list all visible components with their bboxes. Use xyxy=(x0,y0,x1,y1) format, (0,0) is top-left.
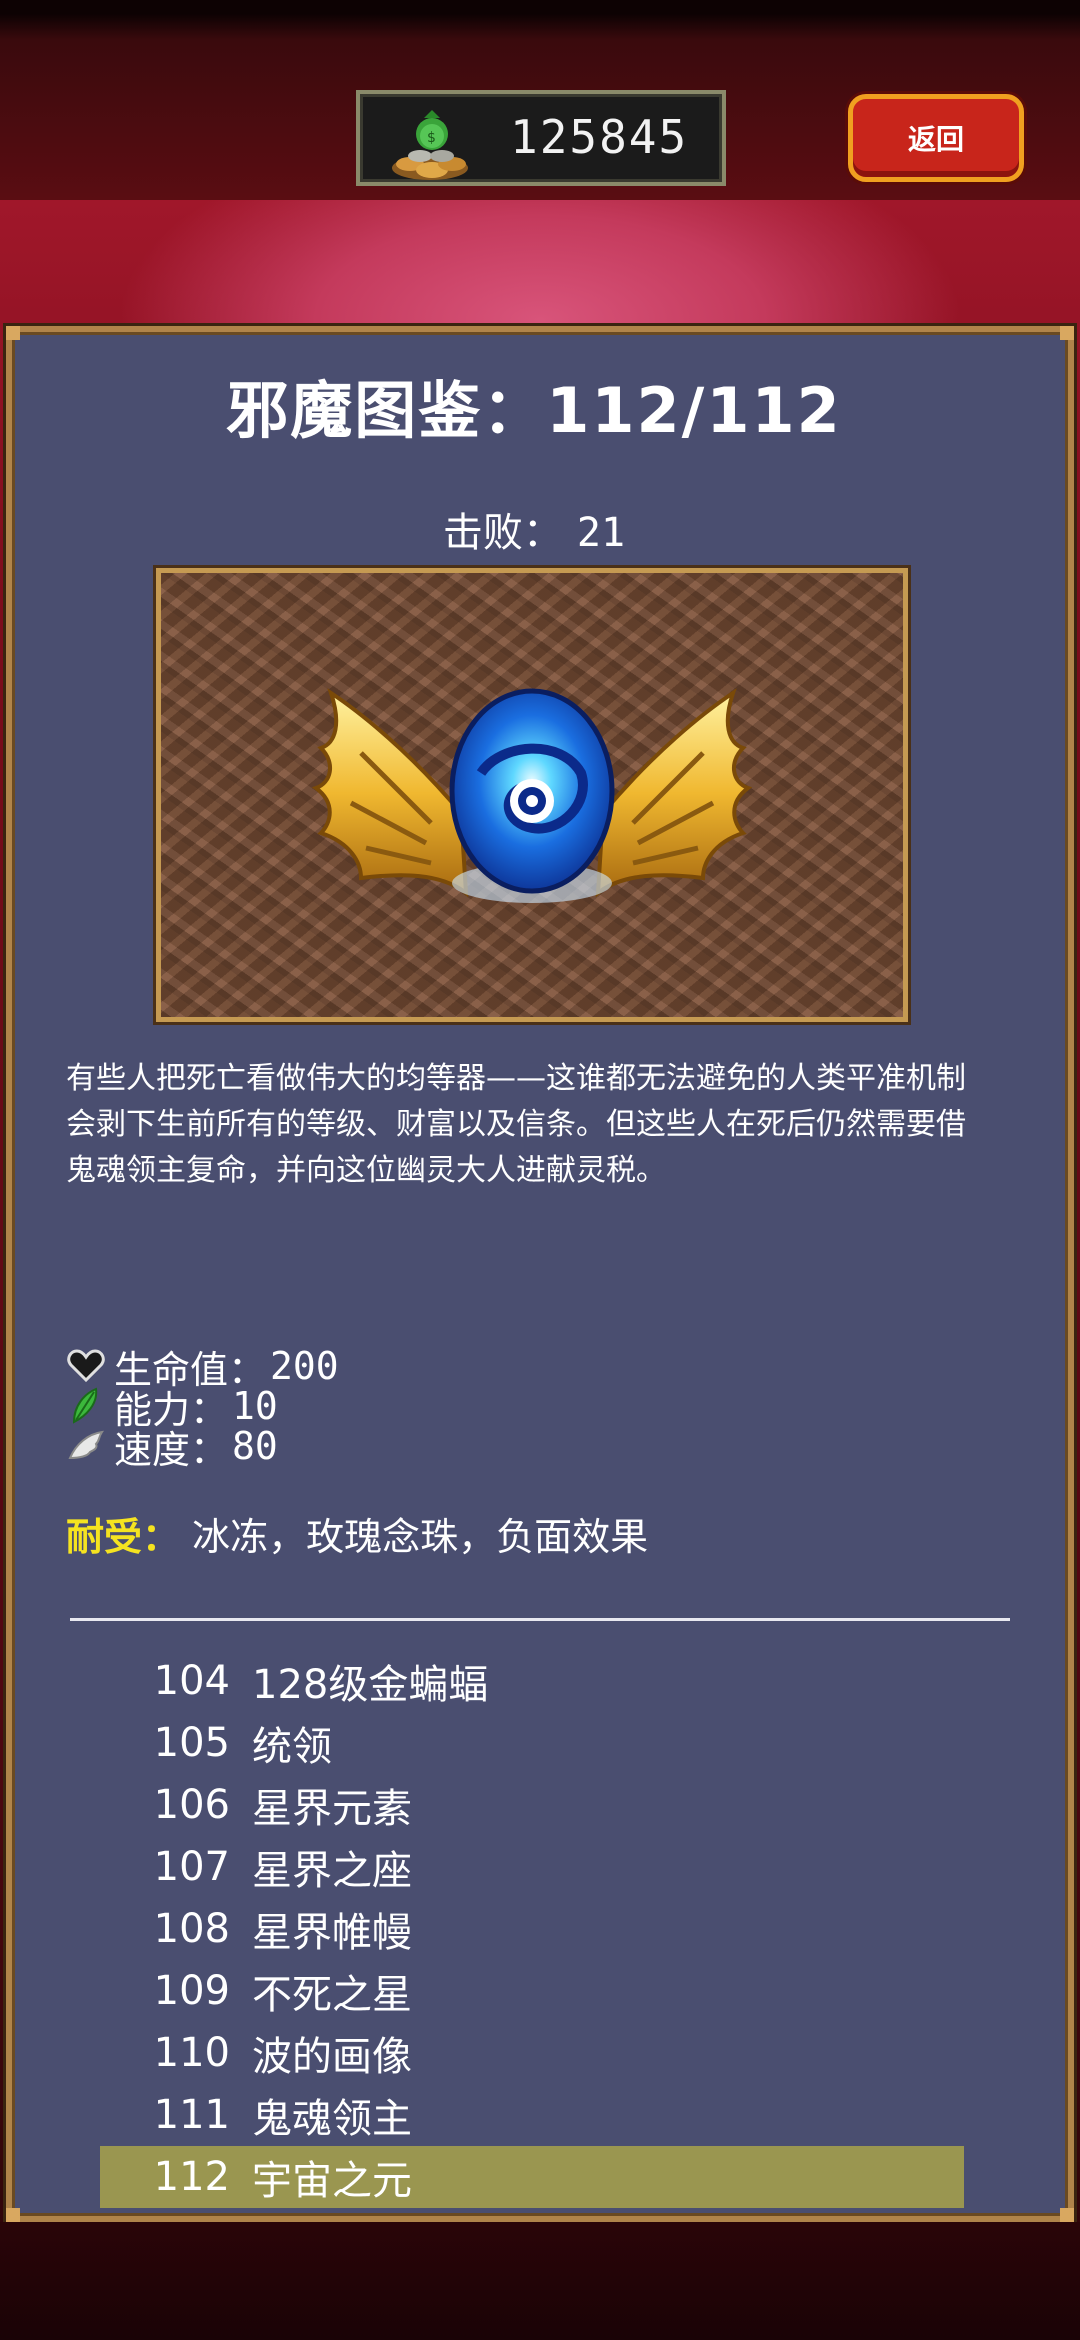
list-item-index: 104 xyxy=(153,1658,230,1704)
list-item-index: 109 xyxy=(153,1968,230,2014)
list-item[interactable]: 107 星界之座 xyxy=(100,1836,964,1898)
list-item-name: 鬼魂领主 xyxy=(252,2096,412,2142)
stat-value: 200 xyxy=(270,1344,339,1388)
list-item-index: 105 xyxy=(153,1720,230,1766)
list-item-name: 统领 xyxy=(252,1724,332,1770)
list-item-name: 宇宙之元 xyxy=(252,2158,412,2204)
list-item-index: 112 xyxy=(153,2154,230,2200)
list-item-index: 111 xyxy=(153,2092,230,2138)
codex-title: 邪魔图鉴：112/112 xyxy=(226,374,842,447)
panel-corner xyxy=(1060,326,1074,340)
panel-corner xyxy=(6,2208,20,2222)
list-item-name: 波的画像 xyxy=(252,2034,412,2080)
list-item-name: 星界元素 xyxy=(252,1786,412,1832)
defeated-label: 击败： xyxy=(442,510,563,556)
stat-value: 80 xyxy=(232,1424,278,1468)
list-item-name: 不死之星 xyxy=(252,1972,412,2018)
list-item-index: 108 xyxy=(153,1906,230,1952)
list-item-index: 106 xyxy=(153,1782,230,1828)
svg-text:$: $ xyxy=(427,130,436,146)
panel-corner xyxy=(6,326,20,340)
heart-icon xyxy=(67,1349,105,1383)
winged-orb-monster-icon xyxy=(311,688,753,903)
list-item-index: 107 xyxy=(153,1844,230,1890)
list-item-selected[interactable]: 112 宇宙之元 xyxy=(100,2146,964,2208)
defeated-count: 击败： 21 xyxy=(0,500,1068,558)
list-item-name: 星界帷幔 xyxy=(252,1910,412,1956)
resistances: 耐受： 冰冻，玫瑰念珠，负面效果 xyxy=(66,1506,648,1561)
list-item-name: 128级金蝙蝠 xyxy=(252,1662,489,1708)
list-item[interactable]: 108 星界帷幔 xyxy=(100,1898,964,1960)
divider xyxy=(70,1618,1010,1621)
monster-portrait xyxy=(156,568,908,1022)
description-line: 有些人把死亡看做伟大的均等器——这谁都无法避免的人类平准机制 xyxy=(66,1061,966,1096)
bottom-background xyxy=(0,2222,1080,2340)
defeated-value: 21 xyxy=(576,510,626,556)
currency-value: 125845 xyxy=(510,110,689,164)
monster-description: 有些人把死亡看做伟大的均等器——这谁都无法避免的人类平准机制 会剥下生前所有的等… xyxy=(66,1056,1012,1196)
list-item[interactable]: 106 星界元素 xyxy=(100,1774,964,1836)
monster-stats: 生命值： 200 能力： 10 速度： 80 xyxy=(66,1344,339,1472)
currency-display: $ 125845 xyxy=(356,90,726,186)
list-item-index: 110 xyxy=(153,2030,230,2076)
money-bag-coins-icon: $ xyxy=(392,110,468,180)
list-item[interactable]: 111 鬼魂领主 xyxy=(100,2084,964,2146)
stat-value: 10 xyxy=(232,1384,278,1428)
stat-label: 速度： xyxy=(114,1427,229,1472)
resist-value: 冰冻，玫瑰念珠，负面效果 xyxy=(192,1515,649,1559)
back-button[interactable]: 返回 xyxy=(848,94,1024,182)
list-item[interactable]: 104 128级金蝙蝠 xyxy=(100,1650,964,1712)
resist-label: 耐受： xyxy=(66,1515,181,1559)
stat-speed: 速度： 80 xyxy=(66,1424,339,1472)
list-item-name: 星界之座 xyxy=(252,1848,412,1894)
panel-corner xyxy=(1060,2208,1074,2222)
description-line: 会剥下生前所有的等级、财富以及信条。但这些人在死后仍然需要借 xyxy=(66,1107,966,1142)
list-item[interactable]: 110 波的画像 xyxy=(100,2022,964,2084)
description-line: 鬼魂领主复命，并向这位幽灵大人进献灵税。 xyxy=(66,1153,666,1188)
wing-icon xyxy=(68,1430,105,1460)
feather-icon xyxy=(72,1387,98,1424)
list-item[interactable]: 105 统领 xyxy=(100,1712,964,1774)
list-item[interactable]: 109 不死之星 xyxy=(100,1960,964,2022)
monster-list[interactable]: 104 128级金蝙蝠 105 统领 106 星界元素 107 星界之座 108… xyxy=(100,1650,964,2208)
